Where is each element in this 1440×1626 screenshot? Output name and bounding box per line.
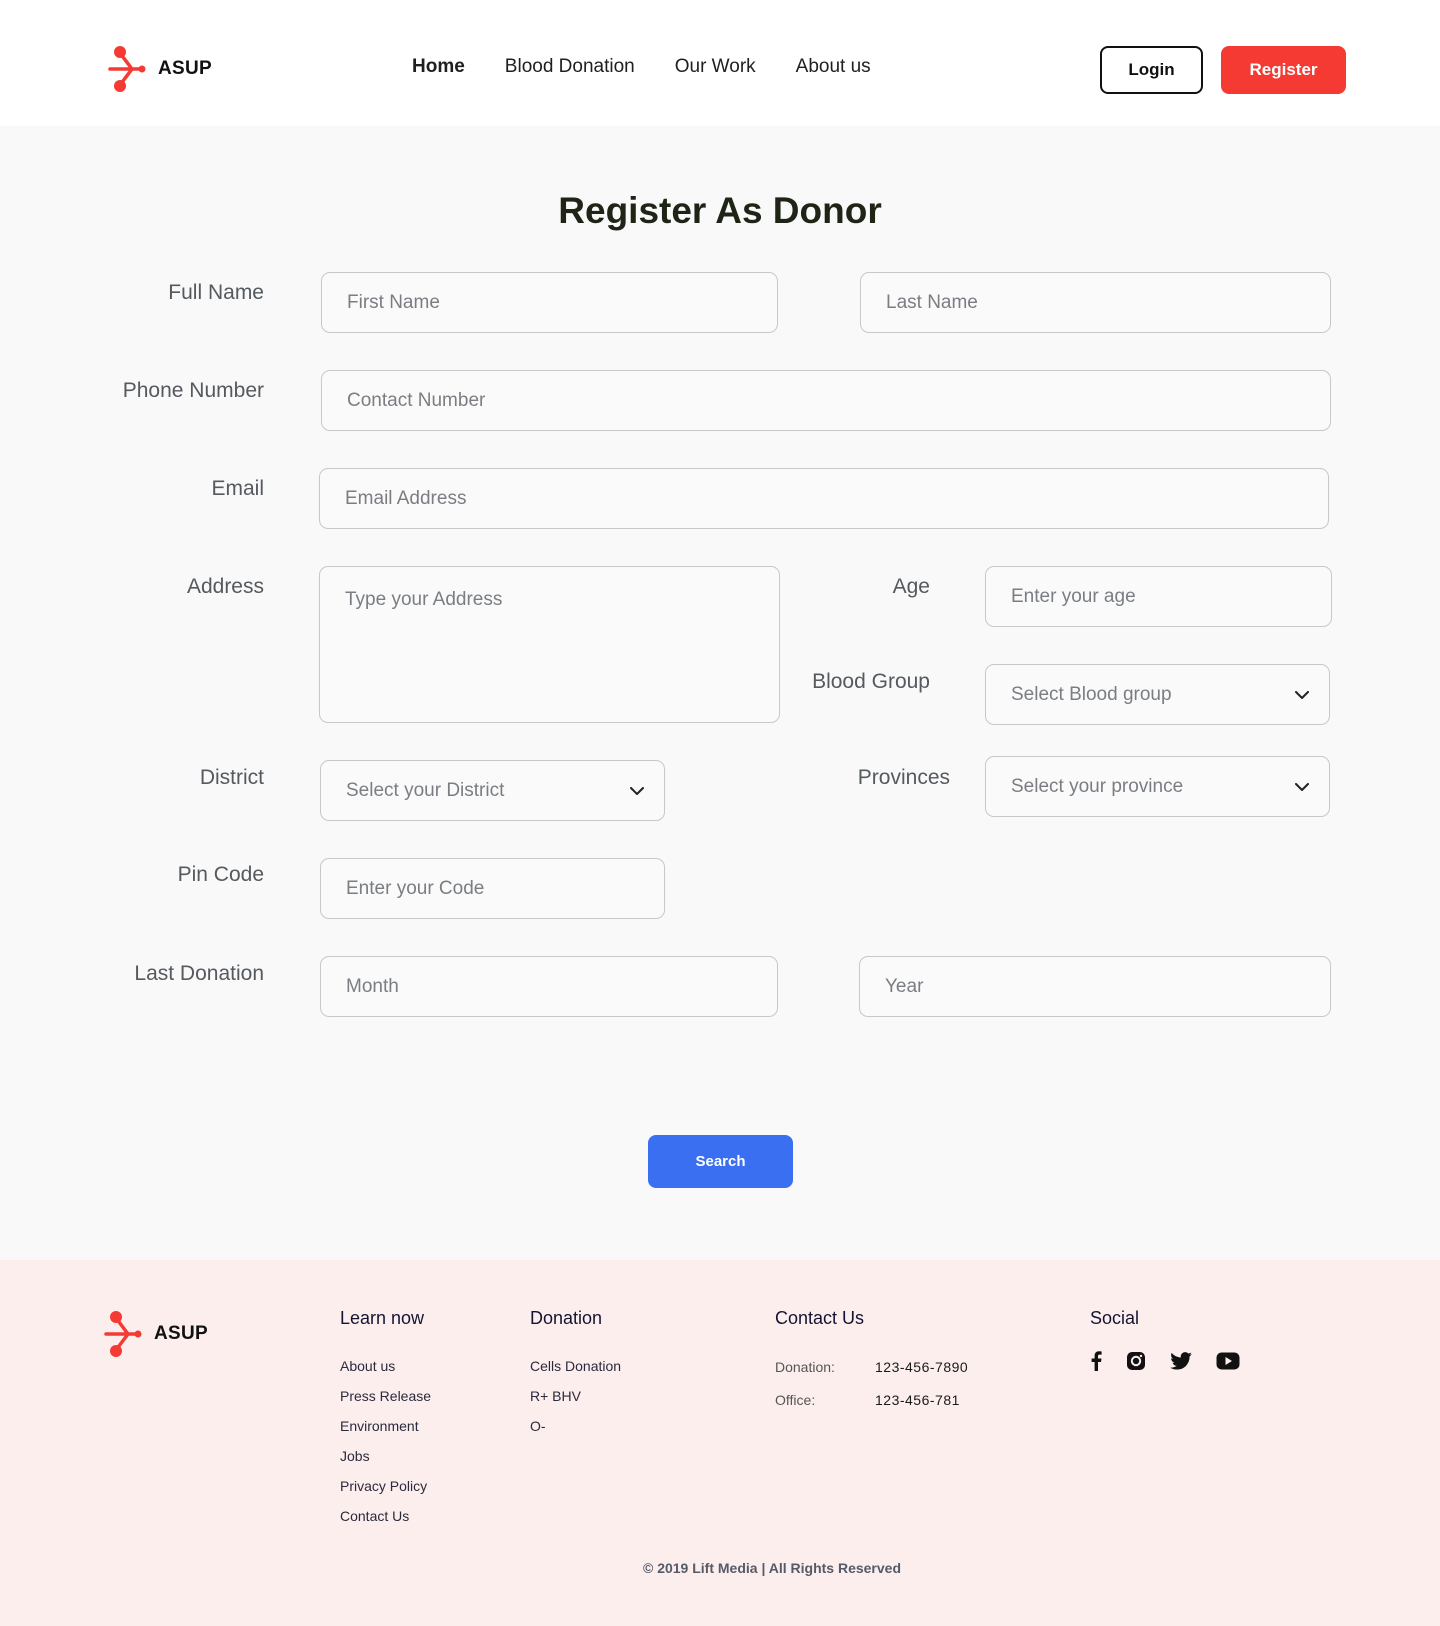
- search-button[interactable]: Search: [648, 1135, 793, 1188]
- site-footer: ASUP Learn now About us Press Release En…: [0, 1260, 1440, 1626]
- blood-group-placeholder: Select Blood group: [1011, 683, 1172, 705]
- provinces-label: Provinces: [857, 766, 950, 789]
- contact-office-row: Office: 123-456-781: [775, 1384, 968, 1417]
- copyright-text: © 2019 Lift Media | All Rights Reserved: [642, 1560, 901, 1576]
- age-input[interactable]: Enter your age: [985, 566, 1332, 627]
- facebook-icon[interactable]: [1090, 1351, 1102, 1371]
- footer-donation-column: Donation Cells Donation R+ BHV O-: [530, 1308, 621, 1441]
- district-select[interactable]: Select your District: [320, 760, 665, 821]
- province-placeholder: Select your province: [1011, 775, 1184, 797]
- login-button[interactable]: Login: [1100, 46, 1203, 94]
- blood-group-select[interactable]: Select Blood group: [985, 664, 1330, 725]
- footer-link-ominus[interactable]: O-: [530, 1411, 621, 1441]
- age-label: Age: [892, 575, 930, 598]
- first-name-placeholder: First Name: [347, 291, 440, 313]
- contact-donation-value[interactable]: 123-456-7890: [875, 1351, 968, 1384]
- phone-number-label: Phone Number: [122, 379, 264, 402]
- page-title: Register As Donor: [558, 190, 882, 231]
- footer-learn-column: Learn now About us Press Release Environ…: [340, 1308, 431, 1531]
- twitter-icon[interactable]: [1170, 1352, 1192, 1370]
- footer-link-environment[interactable]: Environment: [340, 1411, 431, 1441]
- footer-link-rplus[interactable]: R+ BHV: [530, 1381, 621, 1411]
- year-placeholder: Year: [885, 975, 924, 997]
- blood-group-label: Blood Group: [812, 670, 930, 693]
- social-heading: Social: [1090, 1308, 1140, 1328]
- asup-logo-icon: [104, 1311, 142, 1357]
- pin-code-input[interactable]: Enter your Code: [320, 858, 665, 919]
- address-placeholder: Type your Address: [345, 589, 503, 610]
- district-placeholder: Select your District: [346, 779, 505, 801]
- learn-heading: Learn now: [340, 1308, 425, 1328]
- footer-social-column: Social: [1090, 1308, 1264, 1371]
- contact-donation-key: Donation:: [775, 1359, 835, 1375]
- footer-link-cells[interactable]: Cells Donation: [530, 1351, 621, 1381]
- footer-link-jobs[interactable]: Jobs: [340, 1441, 431, 1471]
- email-placeholder: Email Address: [345, 487, 467, 509]
- brand-name: ASUP: [158, 58, 212, 79]
- footer-brand-name: ASUP: [154, 1323, 208, 1344]
- email-input[interactable]: Email Address: [319, 468, 1329, 529]
- social-icons: [1090, 1351, 1264, 1371]
- address-textarea[interactable]: Type your Address: [319, 566, 780, 723]
- footer-link-privacy[interactable]: Privacy Policy: [340, 1471, 431, 1501]
- last-name-placeholder: Last Name: [886, 291, 978, 313]
- chevron-down-icon: [630, 786, 644, 795]
- contact-donation-row: Donation: 123-456-7890: [775, 1351, 968, 1384]
- main-nav: Home Blood Donation Our Work About us: [412, 56, 911, 78]
- first-name-input[interactable]: First Name: [321, 272, 778, 333]
- year-input[interactable]: Year: [859, 956, 1331, 1017]
- last-donation-label: Last Donation: [134, 962, 264, 985]
- contact-number-input[interactable]: Contact Number: [321, 370, 1331, 431]
- province-select[interactable]: Select your province: [985, 756, 1330, 817]
- contact-office-key: Office:: [775, 1392, 816, 1408]
- contact-number-placeholder: Contact Number: [347, 389, 486, 411]
- pin-code-placeholder: Enter your Code: [346, 877, 485, 899]
- district-label: District: [199, 766, 264, 789]
- footer-logo[interactable]: ASUP: [100, 1310, 208, 1358]
- instagram-icon[interactable]: [1126, 1351, 1146, 1371]
- nav-home[interactable]: Home: [412, 56, 465, 78]
- asup-logo-icon: [108, 46, 146, 92]
- chevron-down-icon: [1295, 782, 1309, 791]
- donation-heading: Donation: [530, 1308, 603, 1328]
- full-name-label: Full Name: [168, 281, 264, 304]
- address-label: Address: [186, 575, 264, 598]
- header-logo[interactable]: ASUP: [104, 45, 212, 93]
- footer-link-about[interactable]: About us: [340, 1351, 431, 1381]
- contact-heading: Contact Us: [775, 1308, 865, 1328]
- site-header: ASUP Home Blood Donation Our Work About …: [0, 0, 1440, 126]
- nav-blood-donation[interactable]: Blood Donation: [505, 56, 635, 78]
- age-placeholder: Enter your age: [1011, 585, 1136, 607]
- footer-link-contact[interactable]: Contact Us: [340, 1501, 431, 1531]
- chevron-down-icon: [1295, 690, 1309, 699]
- nav-our-work[interactable]: Our Work: [675, 56, 756, 78]
- register-form-section: Register As Donor Full Name First Name L…: [0, 126, 1440, 1260]
- last-name-input[interactable]: Last Name: [860, 272, 1331, 333]
- contact-office-value[interactable]: 123-456-781: [875, 1384, 960, 1417]
- month-input[interactable]: Month: [320, 956, 778, 1017]
- footer-link-press[interactable]: Press Release: [340, 1381, 431, 1411]
- pin-code-label: Pin Code: [177, 863, 264, 886]
- month-placeholder: Month: [346, 975, 399, 997]
- youtube-icon[interactable]: [1216, 1352, 1240, 1370]
- email-label: Email: [211, 477, 264, 500]
- footer-contact-column: Contact Us Donation: 123-456-7890 Office…: [775, 1308, 968, 1417]
- nav-about-us[interactable]: About us: [796, 56, 871, 78]
- register-button[interactable]: Register: [1221, 46, 1346, 94]
